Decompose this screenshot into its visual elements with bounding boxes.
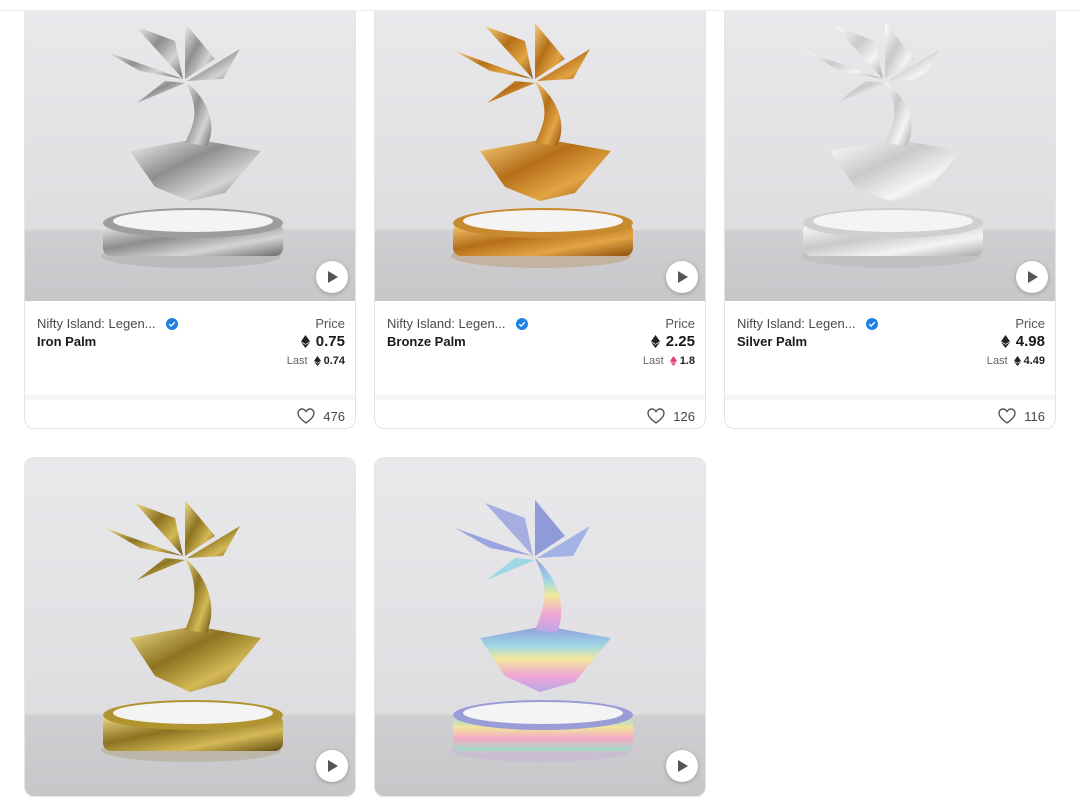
price-label: Price (665, 316, 695, 331)
likes-count: 476 (323, 408, 345, 424)
nft-image[interactable] (25, 458, 355, 796)
nft-image[interactable] (725, 11, 1055, 301)
price-value: 0.75 (300, 333, 345, 350)
nft-name[interactable]: Silver Palm (737, 334, 807, 349)
last-sale: Last 4.49 (986, 355, 1045, 367)
nft-card-rainbow-palm[interactable] (374, 457, 706, 797)
play-button[interactable] (666, 750, 698, 782)
card-footer: 116 (725, 395, 1055, 428)
weth-icon (669, 356, 677, 366)
nft-image[interactable] (375, 458, 705, 796)
nft-card-silver-palm[interactable]: Nifty Island: Legen... Silver Palm Price… (724, 11, 1056, 429)
ethereum-icon (313, 356, 321, 366)
nft-info: Nifty Island: Legen... Iron Palm Price 0… (25, 301, 355, 428)
price-label: Price (1015, 316, 1045, 331)
heart-icon (297, 408, 315, 424)
favorite-button[interactable]: 476 (297, 408, 345, 424)
nft-card-iron-palm[interactable]: Nifty Island: Legen... Iron Palm Price 0… (24, 11, 356, 429)
price-value: 4.98 (1000, 333, 1045, 350)
nft-grid: Nifty Island: Legen... Iron Palm Price 0… (0, 0, 1080, 797)
play-icon (1028, 271, 1038, 283)
price-value: 2.25 (650, 333, 695, 350)
nft-image[interactable] (25, 11, 355, 301)
nft-image[interactable] (375, 11, 705, 301)
play-icon (678, 760, 688, 772)
nft-card-bronze-palm[interactable]: Nifty Island: Legen... Bronze Palm Price… (374, 11, 706, 429)
verified-badge-icon (165, 317, 178, 330)
play-icon (328, 271, 338, 283)
ethereum-icon (1000, 335, 1010, 348)
collection-name[interactable]: Nifty Island: Legen... (387, 316, 528, 331)
nft-name[interactable]: Iron Palm (37, 334, 96, 349)
price-label: Price (315, 316, 345, 331)
likes-count: 116 (1024, 408, 1045, 424)
heart-icon (998, 408, 1016, 424)
card-footer: 126 (375, 395, 705, 428)
collection-name[interactable]: Nifty Island: Legen... (37, 316, 178, 331)
ethereum-icon (300, 335, 310, 348)
card-footer: 476 (25, 395, 355, 428)
play-icon (678, 271, 688, 283)
play-icon (328, 760, 338, 772)
last-sale: Last 1.8 (642, 355, 695, 367)
ethereum-icon (650, 335, 660, 348)
play-button[interactable] (666, 261, 698, 293)
verified-badge-icon (865, 317, 878, 330)
nft-info: Nifty Island: Legen... Silver Palm Price… (725, 301, 1055, 428)
likes-count: 126 (673, 408, 695, 424)
play-button[interactable] (1016, 261, 1048, 293)
favorite-button[interactable]: 116 (998, 408, 1045, 424)
play-button[interactable] (316, 750, 348, 782)
nft-name[interactable]: Bronze Palm (387, 334, 466, 349)
last-sale: Last 0.74 (286, 355, 345, 367)
verified-badge-icon (515, 317, 528, 330)
ethereum-icon (1013, 356, 1021, 366)
nft-card-gold-palm[interactable] (24, 457, 356, 797)
collection-name[interactable]: Nifty Island: Legen... (737, 316, 878, 331)
favorite-button[interactable]: 126 (647, 408, 695, 424)
play-button[interactable] (316, 261, 348, 293)
nft-info: Nifty Island: Legen... Bronze Palm Price… (375, 301, 705, 428)
heart-icon (647, 408, 665, 424)
